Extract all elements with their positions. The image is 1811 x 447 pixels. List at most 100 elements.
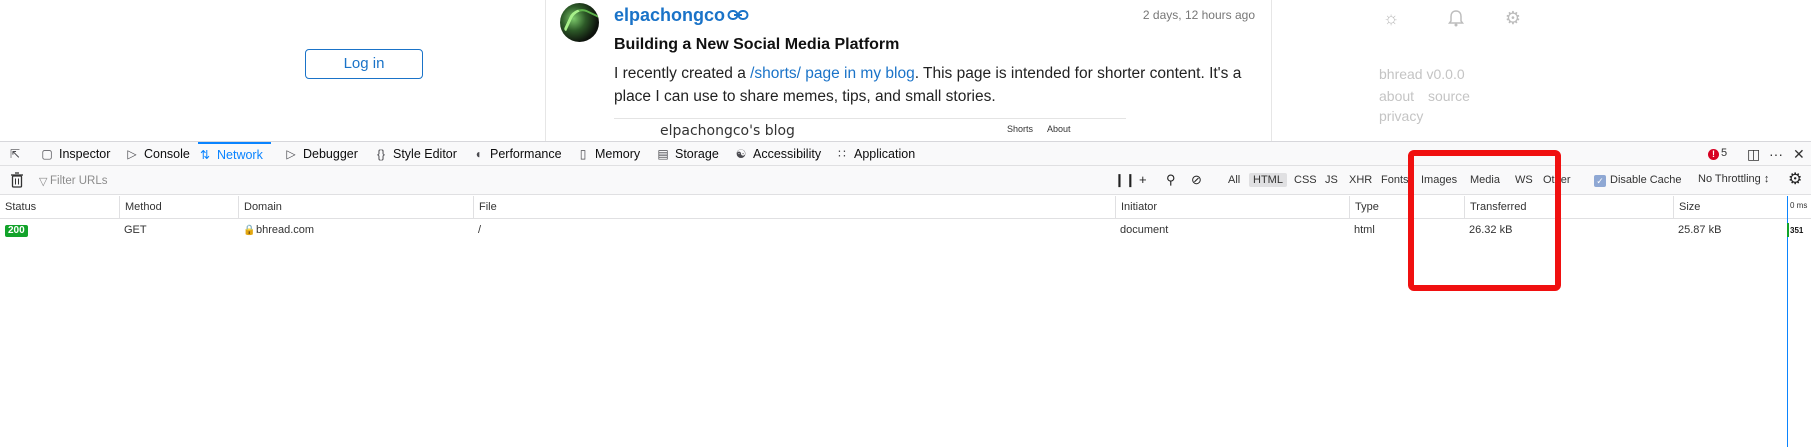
status-badge: 200	[5, 225, 28, 237]
bell-icon[interactable]	[1446, 8, 1466, 28]
tab-performance[interactable]: ◖ Performance	[471, 142, 562, 166]
gear-icon[interactable]: ⚙	[1503, 8, 1523, 28]
accessibility-icon: ☯	[735, 147, 747, 161]
author-avatar[interactable]	[560, 3, 599, 42]
left-column: Log in	[0, 0, 546, 141]
source-link[interactable]: source	[1428, 88, 1470, 104]
post-timestamp: 2 days, 12 hours ago	[1142, 8, 1255, 22]
filter-css[interactable]: CSS	[1290, 173, 1321, 187]
tab-label: Inspector	[59, 147, 111, 161]
tab-label: Style Editor	[393, 147, 457, 161]
column-method[interactable]: Method	[119, 196, 238, 219]
request-domain-text: bhread.com	[256, 224, 315, 236]
storage-icon: ▤	[657, 147, 669, 161]
webpage-viewport: Log in elpachongco 2 days, 12 hours ago …	[0, 0, 1811, 141]
search-icon[interactable]: ⚲	[1166, 172, 1176, 188]
error-count: 5	[1721, 147, 1728, 159]
plus-icon[interactable]: +	[1139, 172, 1147, 188]
inspector-icon: ▢	[41, 147, 53, 161]
column-file[interactable]: File	[473, 196, 1115, 219]
tab-storage[interactable]: ▤ Storage	[656, 142, 719, 166]
more-options-icon[interactable]: ···	[1769, 145, 1783, 163]
console-icon: ▷	[127, 147, 137, 161]
error-icon: !	[1708, 149, 1719, 160]
highlight-annotation	[1408, 150, 1561, 291]
network-settings-icon[interactable]: ⚙	[1788, 171, 1802, 189]
close-icon[interactable]: ✕	[1793, 145, 1805, 163]
waterfall-timing: 351	[1790, 226, 1804, 235]
request-domain: 🔒bhread.com	[238, 219, 314, 242]
application-icon: ∷	[838, 147, 846, 161]
performance-icon: ◖	[474, 147, 482, 161]
post-author[interactable]: elpachongco	[614, 5, 725, 26]
tab-label: Accessibility	[753, 147, 822, 161]
tab-label: Performance	[490, 147, 562, 161]
column-status[interactable]: Status	[0, 196, 119, 219]
debugger-icon: ▷	[286, 147, 296, 161]
disable-cache-checkbox[interactable]: ✓	[1594, 175, 1606, 187]
tab-label: Console	[144, 147, 190, 161]
about-link[interactable]: about	[1379, 88, 1414, 104]
trash-icon[interactable]	[10, 172, 24, 188]
filter-all[interactable]: All	[1224, 173, 1244, 187]
column-domain[interactable]: Domain	[238, 196, 473, 219]
tab-style-editor[interactable]: {} Style Editor	[374, 142, 457, 166]
post-title: Building a New Social Media Platform	[614, 36, 900, 53]
sun-icon[interactable]: ☼	[1381, 8, 1401, 28]
right-sidebar	[1271, 0, 1811, 141]
column-size[interactable]: Size	[1673, 196, 1787, 219]
filter-html[interactable]: HTML	[1249, 173, 1287, 187]
disable-cache-label[interactable]: Disable Cache	[1610, 174, 1682, 186]
tab-label: Storage	[675, 147, 719, 161]
tab-label: Network	[217, 148, 263, 162]
request-initiator: document	[1120, 224, 1169, 236]
request-file: /	[478, 224, 482, 236]
element-picker-icon[interactable]: ⇱	[8, 142, 27, 166]
link-preview-title: elpachongco's blog	[660, 123, 795, 139]
memory-icon: ▯	[579, 147, 587, 161]
tab-label: Application	[854, 147, 916, 161]
filter-icon: ▽	[39, 176, 48, 188]
post-body-start: I recently created a	[614, 65, 751, 82]
throttling-select[interactable]: No Throttling ↕	[1698, 173, 1769, 185]
pause-icon[interactable]: ❙❙	[1114, 172, 1136, 188]
tab-label: Debugger	[303, 147, 358, 161]
link-preview[interactable]: elpachongco's blog Shorts About	[614, 118, 1126, 141]
sidebar-links: about source	[1379, 88, 1480, 104]
error-count-badge[interactable]: ! 5	[1708, 147, 1727, 160]
dock-toggle-icon[interactable]: ◫	[1747, 145, 1760, 163]
login-button[interactable]: Log in	[305, 49, 423, 79]
request-type: html	[1354, 224, 1375, 236]
tab-console[interactable]: ▷ Console	[125, 142, 190, 166]
link-preview-nav-shorts: Shorts	[1007, 124, 1034, 134]
link-preview-nav: Shorts About	[1007, 124, 1083, 134]
filter-xhr[interactable]: XHR	[1345, 173, 1376, 187]
block-icon[interactable]: ⊘	[1191, 172, 1202, 188]
tab-accessibility[interactable]: ☯ Accessibility	[734, 142, 821, 166]
filter-urls-input[interactable]	[50, 171, 650, 190]
tab-label: Memory	[595, 147, 641, 161]
post-body: I recently created a /shorts/ page in my…	[614, 62, 1254, 108]
post-body-link[interactable]: /shorts/ page in my blog	[750, 65, 915, 82]
privacy-link[interactable]: privacy	[1379, 108, 1423, 124]
request-method: GET	[124, 224, 147, 236]
pick-icon: ⇱	[9, 147, 21, 161]
link-preview-nav-about: About	[1047, 124, 1071, 134]
tab-network[interactable]: ⇅ Network	[198, 142, 271, 166]
tab-memory[interactable]: ▯ Memory	[576, 142, 640, 166]
tab-debugger[interactable]: ▷ Debugger	[284, 142, 358, 166]
waterfall-bar	[1787, 223, 1789, 237]
request-status: 200	[0, 219, 28, 242]
screen: Log in elpachongco 2 days, 12 hours ago …	[0, 0, 1811, 447]
lock-icon: 🔒	[243, 225, 256, 236]
network-icon: ⇅	[199, 148, 211, 162]
style-editor-icon: {}	[376, 147, 385, 161]
tab-inspector[interactable]: ▢ Inspector	[40, 142, 110, 166]
column-initiator[interactable]: Initiator	[1115, 196, 1349, 219]
link-icon[interactable]	[727, 7, 749, 23]
filter-js[interactable]: JS	[1321, 173, 1342, 187]
waterfall-scale-label: 0 ms	[1790, 201, 1808, 210]
request-size: 25.87 kB	[1678, 224, 1722, 236]
tab-application[interactable]: ∷ Application	[835, 142, 915, 166]
app-version: bhread v0.0.0	[1379, 66, 1465, 82]
